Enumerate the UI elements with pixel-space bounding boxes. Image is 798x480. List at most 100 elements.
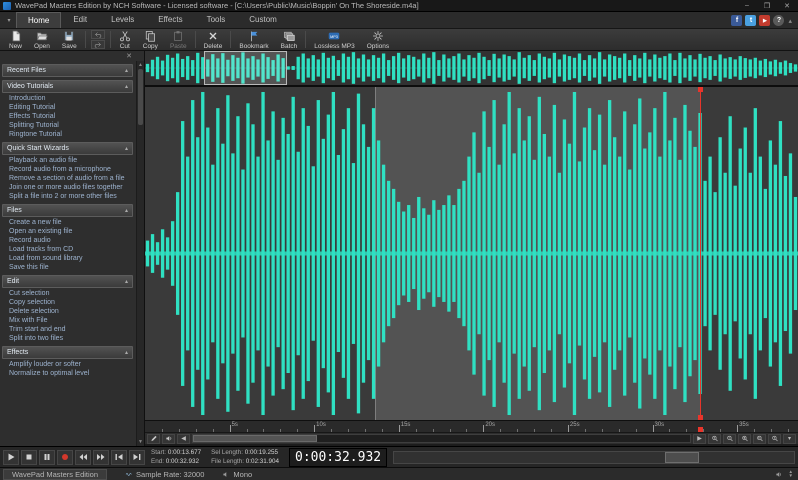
- scroll-up-icon[interactable]: ▲: [137, 61, 144, 69]
- app-icon: [3, 2, 11, 10]
- seek-bar[interactable]: [393, 451, 795, 464]
- minimize-button[interactable]: –: [739, 1, 755, 11]
- copy-button[interactable]: Copy: [137, 29, 164, 50]
- sidebar-item[interactable]: Load tracks from CD: [0, 245, 136, 254]
- new-file-icon: [10, 30, 22, 42]
- sidebar-close-icon[interactable]: ✕: [124, 52, 134, 60]
- zoom-vertical-icon[interactable]: [768, 434, 781, 444]
- rewind-button[interactable]: [75, 450, 91, 465]
- maximize-button[interactable]: ❒: [759, 1, 775, 11]
- facebook-icon[interactable]: f: [731, 15, 742, 26]
- paste-button[interactable]: Paste: [164, 29, 193, 50]
- sidebar-section-video-tutorials[interactable]: Video Tutorials▴: [2, 80, 133, 93]
- transport-bar: Start: 0:00:13.677 End: 0:00:32.932 Sel …: [0, 446, 798, 467]
- overview-selection-box[interactable]: [204, 51, 287, 85]
- new-button[interactable]: New: [3, 29, 28, 50]
- panel-collapse-icon[interactable]: ▾: [783, 434, 796, 444]
- speaker-icon[interactable]: [162, 434, 175, 444]
- go-to-end-button[interactable]: [129, 450, 145, 465]
- bookmark-button[interactable]: Bookmark: [233, 29, 274, 50]
- edit-pencil-icon[interactable]: [147, 434, 160, 444]
- toolbar-separator: [85, 31, 86, 48]
- cut-button[interactable]: Cut: [113, 29, 137, 50]
- sidebar-item[interactable]: Trim start and end: [0, 325, 136, 334]
- fast-forward-button[interactable]: [93, 450, 109, 465]
- help-icon[interactable]: ?: [773, 15, 784, 26]
- sidebar-scrollbar[interactable]: ▲ ▼: [136, 61, 144, 446]
- status-resize-arrows[interactable]: ▲▼: [789, 470, 793, 479]
- tab-levels[interactable]: Levels: [99, 11, 146, 28]
- sidebar-item[interactable]: Load from sound library: [0, 254, 136, 263]
- sidebar-section-quick-start-wizards[interactable]: Quick Start Wizards▴: [2, 142, 133, 155]
- delete-x-icon: [207, 30, 219, 42]
- sidebar-item[interactable]: Effects Tutorial: [0, 112, 136, 121]
- close-button[interactable]: ✕: [779, 1, 795, 11]
- sidebar-item[interactable]: Open an existing file: [0, 227, 136, 236]
- gear-icon: [372, 30, 384, 42]
- sidebar-section-recent-files[interactable]: Recent Files▴: [2, 64, 133, 77]
- chevron-icon: ▴: [125, 207, 128, 214]
- sidebar-item[interactable]: Editing Tutorial: [0, 103, 136, 112]
- youtube-icon[interactable]: ▶: [759, 15, 770, 26]
- stop-button[interactable]: [21, 450, 37, 465]
- sidebar-item[interactable]: Cut selection: [0, 289, 136, 298]
- redo-button[interactable]: [91, 40, 105, 49]
- pause-button[interactable]: [39, 450, 55, 465]
- sidebar-item[interactable]: Copy selection: [0, 298, 136, 307]
- sidebar-item[interactable]: Amplify louder or softer: [0, 360, 136, 369]
- horizontal-scrollbar[interactable]: [192, 434, 691, 443]
- tab-effects[interactable]: Effects: [146, 11, 194, 28]
- sidebar-item[interactable]: Mix with File: [0, 316, 136, 325]
- go-to-start-button[interactable]: [111, 450, 127, 465]
- seek-handle[interactable]: [665, 452, 699, 463]
- overview-waveform[interactable]: [145, 51, 798, 87]
- app-name-chip: WavePad Masters Edition: [3, 469, 107, 480]
- tab-tools[interactable]: Tools: [195, 11, 238, 28]
- sidebar-item[interactable]: Save this file: [0, 263, 136, 272]
- sidebar-item[interactable]: Delete selection: [0, 307, 136, 316]
- sidebar-section-effects[interactable]: Effects▴: [2, 346, 133, 359]
- sidebar-item[interactable]: Join one or more audio files together: [0, 183, 136, 192]
- scrollbar-thumb[interactable]: [138, 69, 143, 125]
- batch-button[interactable]: Batch: [275, 29, 304, 50]
- zoom-selection-icon[interactable]: [738, 434, 751, 444]
- lossless-mp3-button[interactable]: MP3 Lossless MP3: [308, 29, 360, 50]
- save-button[interactable]: Save: [56, 29, 83, 50]
- sidebar-item[interactable]: Ringtone Tutorial: [0, 130, 136, 139]
- sidebar-section-files[interactable]: Files▴: [2, 204, 133, 217]
- tab-home[interactable]: Home: [16, 12, 61, 28]
- zoom-full-icon[interactable]: [753, 434, 766, 444]
- twitter-icon[interactable]: t: [745, 15, 756, 26]
- scroll-down-icon[interactable]: ▼: [137, 438, 144, 446]
- playback-cursor[interactable]: [700, 87, 701, 420]
- sidebar-item[interactable]: Introduction: [0, 94, 136, 103]
- zoom-out-icon[interactable]: [723, 434, 736, 444]
- ribbon-pin-icon[interactable]: ▴: [788, 17, 792, 25]
- timeline-ruler[interactable]: 5s10s15s20s25s30s35s: [145, 420, 798, 432]
- sidebar-section-edit[interactable]: Edit▴: [2, 275, 133, 288]
- play-button[interactable]: [3, 450, 19, 465]
- sidebar-item[interactable]: Record audio: [0, 236, 136, 245]
- sidebar-item[interactable]: Create a new file: [0, 218, 136, 227]
- tab-custom[interactable]: Custom: [237, 11, 289, 28]
- record-button[interactable]: [57, 450, 73, 465]
- sidebar-item[interactable]: Normalize to optimal level: [0, 369, 136, 378]
- hscroll-thumb[interactable]: [193, 435, 317, 442]
- undo-button[interactable]: [91, 30, 105, 39]
- tab-edit[interactable]: Edit: [61, 11, 99, 28]
- volume-icon[interactable]: [775, 471, 783, 478]
- menu-launcher-icon[interactable]: ▾: [2, 14, 16, 27]
- zoom-in-icon[interactable]: [708, 434, 721, 444]
- sidebar-item[interactable]: Splitting Tutorial: [0, 121, 136, 130]
- options-button[interactable]: Options: [361, 29, 395, 50]
- sidebar-item[interactable]: Record audio from a microphone: [0, 165, 136, 174]
- main-waveform[interactable]: [145, 87, 798, 420]
- open-button[interactable]: Open: [28, 29, 56, 50]
- delete-button[interactable]: Delete: [198, 29, 229, 50]
- scroll-right-icon[interactable]: ▶: [693, 434, 706, 444]
- scroll-left-icon[interactable]: ◀: [177, 434, 190, 444]
- sidebar-item[interactable]: Remove a section of audio from a file: [0, 174, 136, 183]
- sidebar-item[interactable]: Split into two files: [0, 334, 136, 343]
- sidebar-item[interactable]: Playback an audio file: [0, 156, 136, 165]
- sidebar-item[interactable]: Split a file into 2 or more other files: [0, 192, 136, 201]
